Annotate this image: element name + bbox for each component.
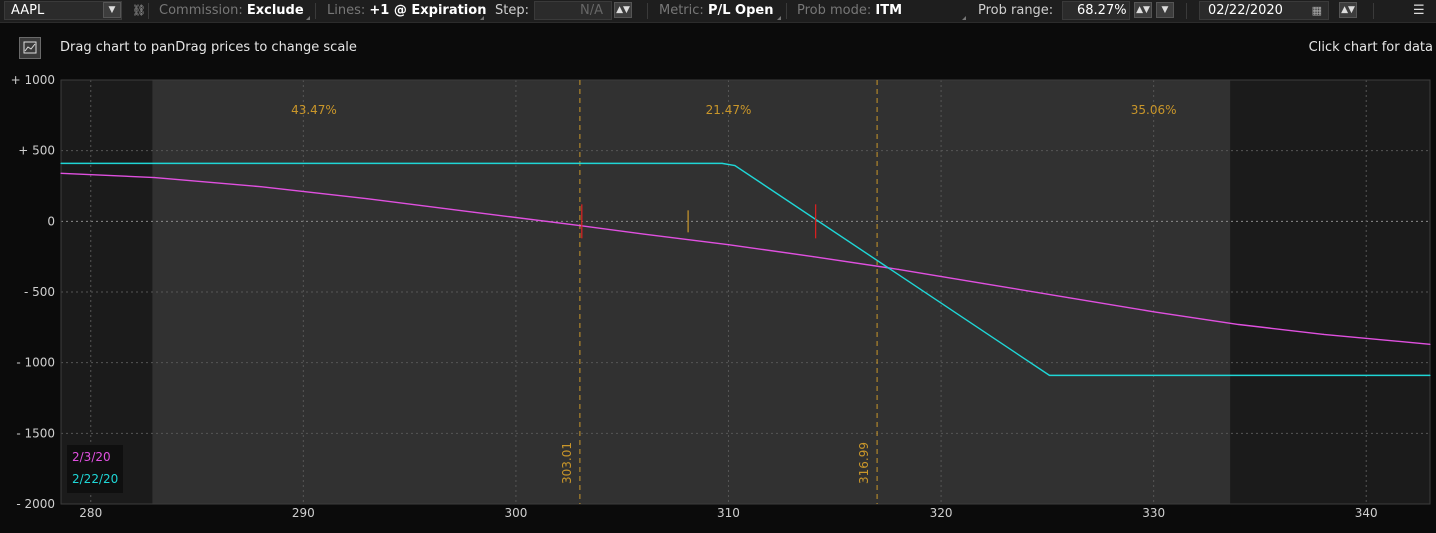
- series-point: [60, 172, 62, 174]
- probability-zone-label: 43.47%: [291, 103, 337, 117]
- commission-selector[interactable]: Commission: Exclude: [159, 0, 304, 22]
- x-tick-label: 300: [504, 506, 527, 520]
- x-tick-label: 310: [717, 506, 740, 520]
- series-point: [472, 211, 475, 213]
- commission-label: Commission:: [159, 3, 243, 18]
- step-input[interactable]: N/A: [534, 1, 612, 20]
- y-tick-label: + 1000: [11, 74, 55, 87]
- commission-value: Exclude: [246, 3, 304, 18]
- link-icon[interactable]: ⛓: [132, 0, 146, 22]
- metric-label: Metric:: [659, 3, 704, 18]
- metric-selector[interactable]: Metric: P/L Open: [659, 0, 773, 22]
- series-point: [1153, 311, 1155, 313]
- chevron-down-icon: ▼: [1161, 5, 1169, 15]
- range-line-label: 316.99: [857, 442, 871, 484]
- legend-label: 2/22/20: [72, 472, 119, 486]
- step-label: Step:: [495, 3, 529, 18]
- series-point: [1429, 374, 1431, 376]
- lines-label: Lines:: [327, 3, 366, 18]
- series-point: [982, 282, 985, 285]
- x-tick-label: 320: [930, 506, 953, 520]
- date-input[interactable]: 02/22/2020 ▦: [1199, 1, 1329, 20]
- info-bar: Drag chart to panDrag prices to change s…: [0, 23, 1436, 73]
- probability-zone-label: 21.47%: [706, 103, 752, 117]
- toolbar-divider: [786, 3, 787, 19]
- click-hint-text: Click chart for data: [1308, 40, 1433, 55]
- series-point: [366, 198, 368, 200]
- legend: 2/3/20 2/22/20: [67, 445, 123, 493]
- series-point: [727, 244, 730, 246]
- dropdown-corner-icon: [306, 16, 310, 20]
- x-tick-label: 290: [292, 506, 315, 520]
- risk-profile-chart[interactable]: + 1000 + 500 0 - 500 - 1000 - 1500 - 2000 280 2…: [0, 74, 1436, 533]
- drag-hint-text: Drag chart to panDrag prices to change s…: [60, 40, 357, 55]
- legend-label: 2/3/20: [72, 450, 111, 464]
- symbol-value: AAPL: [11, 3, 45, 18]
- date-value: 02/22/2020: [1208, 3, 1283, 18]
- series-point: [1068, 297, 1070, 299]
- toolbar-divider: [315, 3, 316, 19]
- y-tick-label: - 500: [24, 285, 55, 299]
- series-point: [642, 233, 645, 235]
- date-spinner[interactable]: ▲▼: [1339, 2, 1357, 18]
- lines-selector[interactable]: Lines: +1 @ Expiration: [327, 0, 486, 22]
- toolbar-divider: [148, 3, 149, 19]
- series-point: [721, 162, 723, 164]
- symbol-dropdown-button[interactable]: ▼: [103, 2, 121, 18]
- x-tick-label: 340: [1355, 506, 1378, 520]
- y-tick-label: - 1000: [16, 356, 55, 370]
- probability-zone-label: 35.06%: [1131, 103, 1177, 117]
- dropdown-corner-icon: [777, 16, 781, 20]
- metric-value: P/L Open: [707, 3, 774, 18]
- series-point: [1238, 323, 1240, 326]
- mini-chart-icon: [23, 41, 37, 54]
- series-point: [60, 162, 62, 164]
- prob-range-spinner[interactable]: ▲▼: [1134, 2, 1152, 18]
- x-tick-label: 280: [79, 506, 102, 520]
- spinner-icon: ▲▼: [1136, 5, 1150, 15]
- series-point: [579, 224, 581, 227]
- spinner-icon: ▲▼: [1341, 5, 1355, 15]
- toolbar-divider: [1186, 3, 1187, 19]
- spinner-icon: ▲▼: [616, 5, 630, 15]
- series-point: [153, 176, 156, 179]
- toolbar-divider: [1373, 3, 1374, 19]
- legend-item-2-3-20: 2/3/20: [72, 450, 111, 464]
- dropdown-corner-icon: [962, 16, 966, 20]
- prob-mode-label: Prob mode:: [797, 3, 872, 18]
- series-point: [260, 186, 262, 188]
- prob-range-dropdown-button[interactable]: ▼: [1156, 2, 1174, 18]
- series-point: [734, 164, 736, 167]
- y-tick-label: - 1500: [16, 426, 55, 440]
- y-tick-label: + 500: [18, 144, 55, 158]
- chart-settings-icon[interactable]: [19, 37, 41, 59]
- prob-mode-value: ITM: [875, 3, 903, 18]
- prob-range-value: 68.27%: [1077, 3, 1127, 18]
- chevron-down-icon: ▼: [108, 5, 116, 15]
- menu-icon[interactable]: ☰: [1413, 0, 1425, 22]
- toolbar-divider: [647, 3, 648, 19]
- range-line-label: 303.01: [560, 442, 574, 484]
- dropdown-corner-icon: [480, 16, 484, 20]
- prob-mode-selector[interactable]: Prob mode: ITM: [797, 0, 902, 22]
- series-point: [1323, 333, 1325, 335]
- y-tick-label: 0: [47, 214, 55, 228]
- legend-item-2-22-20: 2/22/20: [72, 472, 118, 486]
- prob-range-label: Prob range:: [978, 3, 1054, 18]
- toolbar: AAPL ▼ ⛓ Commission: Exclude Lines: +1 @…: [0, 0, 1436, 23]
- prob-range-input[interactable]: 68.27%: [1062, 1, 1130, 20]
- step-spinner[interactable]: ▲▼: [614, 2, 632, 18]
- series-point: [1048, 374, 1051, 376]
- series-point: [1429, 343, 1431, 345]
- lines-value: +1 @ Expiration: [369, 3, 487, 18]
- step-value: N/A: [580, 3, 603, 18]
- series-point: [812, 256, 815, 258]
- series-point: [897, 268, 900, 270]
- calendar-icon[interactable]: ▦: [1312, 2, 1322, 19]
- y-tick-label: - 2000: [16, 497, 55, 511]
- x-tick-label: 330: [1142, 506, 1165, 520]
